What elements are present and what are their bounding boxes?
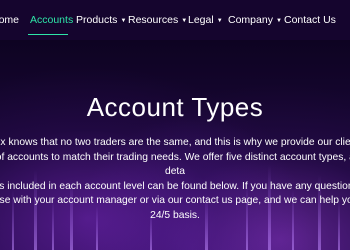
active-nav-underline xyxy=(28,34,68,35)
nav-item-products-label: Products xyxy=(76,14,118,26)
main-navigation: Home Accounts Products▼ Resources▼ Legal… xyxy=(0,0,350,40)
nav-item-home[interactable]: Home xyxy=(0,0,19,40)
nav-item-home-label: Home xyxy=(0,14,20,26)
chevron-down-icon: ▼ xyxy=(275,18,282,24)
nav-item-legal[interactable]: Legal ▼ xyxy=(188,0,223,40)
intro-line: 24/5 basis. xyxy=(150,209,200,221)
intro-line: range of accounts to match their trading… xyxy=(0,151,350,178)
intro-line: Finflow-x knows that no two traders are … xyxy=(0,137,350,148)
nav-item-accounts-label: Accounts xyxy=(30,14,74,26)
nav-item-resources-label: Resources xyxy=(128,14,179,26)
intro-line: of what is included in each account leve… xyxy=(0,180,350,192)
intro-line: touch base with your account manager or … xyxy=(0,195,350,206)
hero-section: Account Types Finflow-x knows that no tw… xyxy=(0,40,350,250)
nav-item-company[interactable]: Company ▼ xyxy=(228,0,282,40)
intro-paragraph: Finflow-x knows that no two traders are … xyxy=(0,136,350,223)
chevron-down-icon: ▼ xyxy=(120,18,127,24)
nav-item-contact-us-label: Contact Us xyxy=(284,14,336,26)
nav-item-contact-us[interactable]: Contact Us xyxy=(284,0,336,40)
nav-item-company-label: Company xyxy=(228,14,273,26)
nav-item-legal-label: Legal xyxy=(188,14,214,26)
chevron-down-icon: ▼ xyxy=(216,18,223,24)
page-title: Account Types xyxy=(86,92,264,122)
nav-item-resources[interactable]: Resources ▼ xyxy=(128,0,187,40)
nav-item-products[interactable]: Products ▼ xyxy=(76,0,126,40)
chevron-down-icon: ▼ xyxy=(181,18,188,24)
